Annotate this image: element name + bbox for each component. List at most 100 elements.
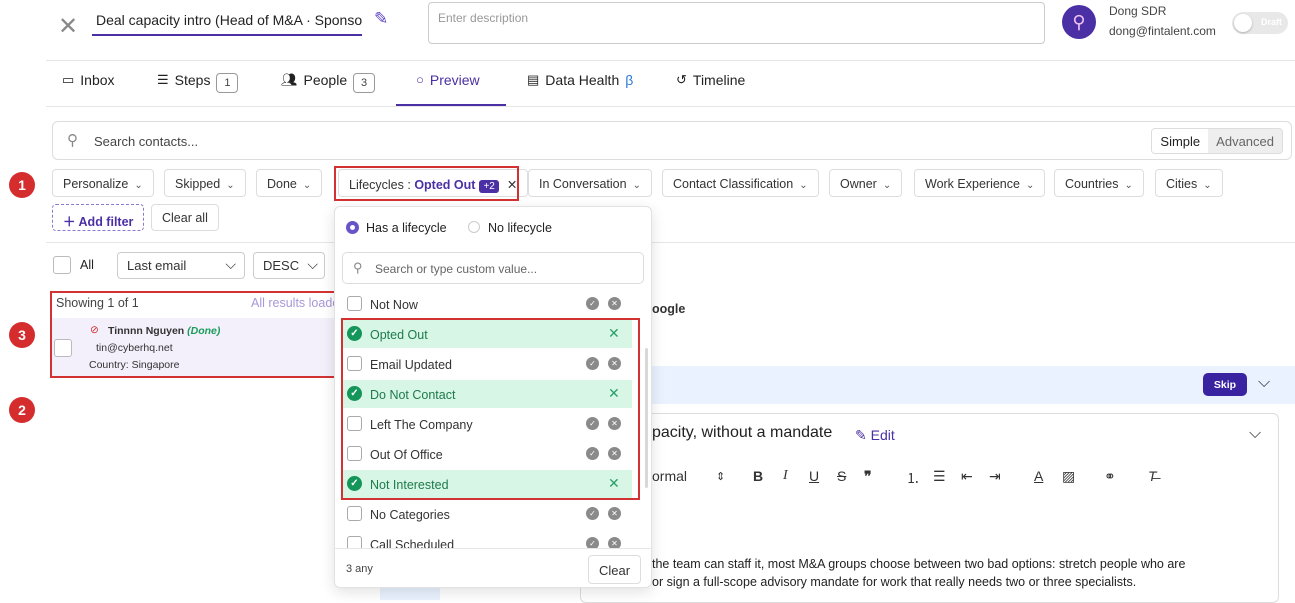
dropdown-scrollbar[interactable] xyxy=(645,348,648,488)
filter-in-conversation[interactable]: In Conversation ⌄ xyxy=(528,169,652,197)
lifecycle-search-placeholder: Search or type custom value... xyxy=(375,262,538,276)
add-filter-label: Add filter xyxy=(78,215,134,229)
chevron-down-icon: ⌄ xyxy=(1203,180,1212,191)
filter-owner[interactable]: Owner ⌄ xyxy=(829,169,903,197)
lifecycle-option-label: No Categories xyxy=(370,508,450,522)
indent-icon[interactable]: ⇥ xyxy=(989,468,1001,485)
has-lifecycle-radio[interactable] xyxy=(346,221,359,234)
add-filter-button[interactable]: ＋ Add filter xyxy=(52,204,145,231)
tab-steps[interactable]: ☰ Steps 1 xyxy=(157,72,239,106)
draft-toggle[interactable]: Draft xyxy=(1232,12,1288,34)
numbered-list-icon[interactable]: ⒈ xyxy=(906,468,920,488)
exclude-icon[interactable]: ✕ xyxy=(608,297,621,310)
chevron-down-icon: ⌄ xyxy=(1124,180,1133,191)
lifecycle-option[interactable]: No Categories ✓ ✕ xyxy=(342,500,632,528)
chevron-down-icon: ⌄ xyxy=(1025,180,1035,191)
highlight-icon[interactable]: ▨ xyxy=(1062,468,1075,485)
sequence-title-input[interactable]: Deal capacity intro (Head of M&A · Spons… xyxy=(92,8,362,36)
text-format-select[interactable]: ormal xyxy=(652,468,687,484)
sort-order-select[interactable]: DESC ⌵ xyxy=(253,252,325,279)
bullet-list-icon[interactable]: ☰ xyxy=(933,468,946,485)
filter-skipped[interactable]: Skipped ⌄ xyxy=(164,169,246,197)
close-icon[interactable]: ✕ xyxy=(58,12,78,40)
filter-in-conversation-label: In Conversation xyxy=(539,177,627,191)
clear-button[interactable]: Clear xyxy=(588,555,642,584)
quote-icon[interactable]: ❞ xyxy=(864,468,872,485)
underline-icon[interactable]: U xyxy=(809,468,819,484)
select-all-checkbox[interactable] xyxy=(53,256,71,274)
checkbox[interactable] xyxy=(347,506,362,521)
annotation-badge-3: 3 xyxy=(9,322,35,348)
search-icon: ⚲ xyxy=(67,132,78,149)
include-icon[interactable]: ✓ xyxy=(586,507,599,520)
tab-inbox[interactable]: ▭ Inbox xyxy=(62,72,115,106)
clear-all-button[interactable]: Clear all xyxy=(151,204,219,231)
email-body-line: the team can staff it, most M&A groups c… xyxy=(652,557,1186,571)
edit-label: Edit xyxy=(870,427,895,443)
divider xyxy=(46,242,1295,243)
email-body-line: or sign a full-scope advisory mandate fo… xyxy=(652,575,1137,589)
chevron-down-icon[interactable]: ⌵ xyxy=(1249,425,1261,443)
text-color-icon[interactable]: A xyxy=(1034,468,1043,484)
chevron-down-icon: ⌄ xyxy=(226,180,235,191)
search-icon: ○ xyxy=(416,72,424,87)
strikethrough-icon[interactable]: S xyxy=(837,468,846,484)
filter-contact-classification[interactable]: Contact Classification ⌄ xyxy=(662,169,819,197)
tab-timeline[interactable]: ↺ Timeline xyxy=(676,72,745,106)
chevron-down-icon: ⌄ xyxy=(632,180,641,191)
clear-format-icon[interactable]: T̶ xyxy=(1148,468,1157,484)
description-input[interactable]: Enter description xyxy=(428,2,1045,44)
chevron-down-icon: ⌵ xyxy=(307,256,318,272)
chevron-down-icon[interactable]: ⌵ xyxy=(1258,374,1270,392)
annotation-box-3 xyxy=(50,291,347,378)
filter-owner-label: Owner xyxy=(840,177,877,191)
lifecycle-option[interactable]: Call Scheduled ✓ ✕ xyxy=(342,530,632,548)
divider xyxy=(46,106,1295,107)
checkbox[interactable] xyxy=(347,536,362,548)
checkbox[interactable] xyxy=(347,296,362,311)
filter-contact-classification-label: Contact Classification xyxy=(673,177,794,191)
advanced-mode-button[interactable]: Advanced xyxy=(1208,129,1282,153)
skip-button[interactable]: Skip xyxy=(1203,373,1247,396)
simple-mode-button[interactable]: Simple xyxy=(1152,129,1209,153)
tab-preview[interactable]: ○ Preview xyxy=(396,72,506,106)
list-icon: ☰ xyxy=(157,72,169,87)
include-icon[interactable]: ✓ xyxy=(586,297,599,310)
search-mode-toggle[interactable]: Simple Advanced xyxy=(1151,128,1283,154)
people-icon: 👥︎ xyxy=(281,72,298,87)
contact-search[interactable]: ⚲ Search contacts... Simple Advanced xyxy=(52,121,1292,160)
outdent-icon[interactable]: ⇤ xyxy=(961,468,973,485)
match-mode-label[interactable]: 3 any xyxy=(346,563,373,575)
filter-done[interactable]: Done ⌄ xyxy=(256,169,323,197)
inbox-icon: ▭ xyxy=(62,72,75,87)
lifecycle-search-input[interactable]: ⚲ Search or type custom value... xyxy=(342,252,644,284)
select-arrows-icon[interactable]: ⇕ xyxy=(716,470,725,483)
lifecycle-option-label: Call Scheduled xyxy=(370,538,455,548)
filter-work-experience[interactable]: Work Experience ⌄ xyxy=(914,169,1046,197)
search-icon: ⚲ xyxy=(353,260,363,275)
filter-cities[interactable]: Cities ⌄ xyxy=(1155,169,1223,197)
italic-icon[interactable]: I xyxy=(783,468,788,484)
chevron-down-icon: ⌄ xyxy=(302,180,312,191)
filter-countries[interactable]: Countries ⌄ xyxy=(1054,169,1144,197)
tab-steps-label: Steps xyxy=(174,72,211,88)
pencil-icon[interactable]: ✎ xyxy=(374,9,388,29)
location-pin-icon: ⚲ xyxy=(1072,11,1086,32)
tab-data-health[interactable]: ▤ Data Health β xyxy=(527,72,633,106)
exclude-icon[interactable]: ✕ xyxy=(608,537,621,548)
annotation-box-2 xyxy=(341,318,640,500)
filter-skipped-label: Skipped xyxy=(175,177,221,191)
bold-icon[interactable]: B xyxy=(753,468,763,484)
no-lifecycle-radio[interactable] xyxy=(468,221,480,233)
sort-field-select[interactable]: Last email ⌵ xyxy=(117,252,245,279)
edit-button[interactable]: ✎ Edit xyxy=(855,427,895,444)
annotation-badge-1: 1 xyxy=(9,172,35,198)
avatar[interactable]: ⚲ xyxy=(1062,5,1096,39)
include-icon[interactable]: ✓ xyxy=(586,537,599,548)
filter-personalize[interactable]: Personalize ⌄ xyxy=(52,169,154,197)
lifecycle-option[interactable]: Not Now ✓ ✕ xyxy=(342,290,632,318)
tab-people[interactable]: 👥︎ People 3 xyxy=(281,72,376,106)
exclude-icon[interactable]: ✕ xyxy=(608,507,621,520)
link-icon[interactable]: ⚭ xyxy=(1104,468,1116,485)
chevron-down-icon: ⌄ xyxy=(882,180,892,191)
